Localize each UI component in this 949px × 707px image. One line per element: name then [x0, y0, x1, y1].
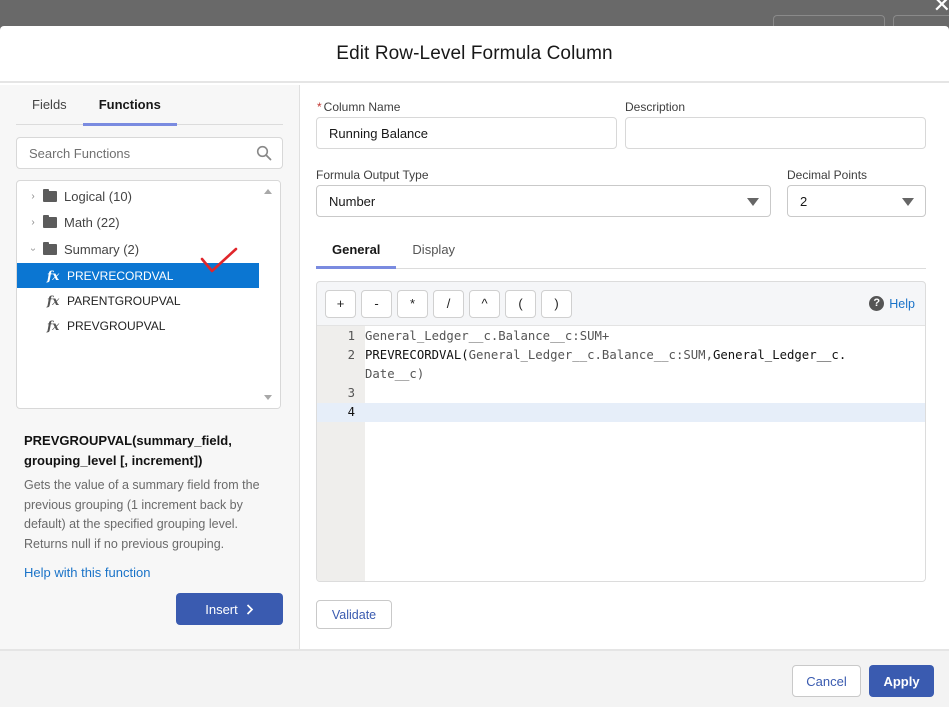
- code-line: 3: [347, 386, 355, 400]
- modal-body: Fields Functions › Logical (10) ›: [0, 85, 949, 651]
- decimal-points-select[interactable]: 2: [787, 185, 926, 217]
- required-marker: *: [317, 100, 322, 114]
- function-signature: PREVGROUPVAL(summary_field, grouping_lev…: [24, 433, 232, 468]
- close-icon[interactable]: ✕: [933, 0, 949, 16]
- folder-icon: [43, 189, 57, 202]
- operator-multiply-button[interactable]: *: [397, 289, 428, 318]
- output-type-value: Number: [329, 193, 376, 209]
- operator-divide-button[interactable]: /: [433, 289, 464, 318]
- search-icon: [256, 145, 272, 161]
- folder-icon: [43, 242, 57, 255]
- decimal-points-value: 2: [800, 193, 808, 209]
- operator-open-paren-button[interactable]: (: [505, 289, 536, 318]
- search-box: [16, 137, 283, 169]
- description-label: Description: [625, 100, 686, 114]
- tab-display[interactable]: Display: [396, 233, 471, 268]
- cancel-button[interactable]: Cancel: [792, 665, 861, 697]
- tree-category-logical[interactable]: › Logical (10): [17, 184, 260, 209]
- modal-title: Edit Row-Level Formula Column: [336, 42, 613, 64]
- function-label: PARENTGROUPVAL: [67, 293, 181, 308]
- tree-scrollbar[interactable]: [259, 181, 280, 408]
- help-label: Help: [889, 296, 915, 311]
- formula-form: *Column Name Description Formula Output …: [300, 85, 949, 651]
- category-label: Logical (10): [64, 189, 132, 204]
- folder-icon: [43, 215, 57, 228]
- insert-label: Insert: [205, 601, 238, 617]
- tab-functions[interactable]: Functions: [82, 85, 177, 126]
- function-icon: fx: [47, 268, 60, 283]
- editor-tabs: General Display: [316, 233, 926, 269]
- modal-header: Edit Row-Level Formula Column: [0, 26, 949, 83]
- tree-function-prevrecordval[interactable]: fx PREVRECORDVAL: [17, 263, 260, 288]
- operator-power-button[interactable]: ^: [469, 289, 500, 318]
- operator-plus-button[interactable]: +: [325, 289, 356, 318]
- category-label: Math (22): [64, 215, 120, 230]
- chevron-right-icon: [246, 603, 253, 615]
- dropdown-arrow-icon: [902, 198, 914, 206]
- insert-button[interactable]: Insert: [176, 593, 283, 625]
- functions-panel: Fields Functions › Logical (10) ›: [0, 85, 300, 651]
- decimal-points-label: Decimal Points: [787, 168, 868, 182]
- code-line-wrap: Date__c): [317, 365, 925, 384]
- function-icon: fx: [47, 318, 60, 333]
- description-field[interactable]: [625, 117, 926, 149]
- formula-editor: + - * / ^ ( ) ? Help 1 General_Ledger__c…: [316, 281, 926, 582]
- operator-close-paren-button[interactable]: ): [541, 289, 572, 318]
- chevron-down-icon[interactable]: ›: [28, 244, 39, 256]
- tree-category-summary[interactable]: › Summary (2): [17, 237, 260, 262]
- chevron-right-icon[interactable]: ›: [27, 217, 39, 228]
- tree-function-parentgroupval[interactable]: fx PARENTGROUPVAL: [17, 288, 260, 313]
- code-line-active: 4: [317, 403, 925, 422]
- operator-minus-button[interactable]: -: [361, 289, 392, 318]
- category-label: Summary (2): [64, 242, 140, 257]
- code-line: 1 General_Ledger__c.Balance__c:SUM+: [317, 327, 925, 346]
- operator-toolbar: + - * / ^ ( ) ? Help: [317, 282, 925, 326]
- function-label: PREVRECORDVAL: [67, 268, 174, 283]
- scroll-down-icon[interactable]: [264, 395, 272, 400]
- output-type-label: Formula Output Type: [316, 168, 429, 182]
- apply-button[interactable]: Apply: [869, 665, 934, 697]
- code-editor[interactable]: 1 General_Ledger__c.Balance__c:SUM+ 2 PR…: [317, 326, 925, 581]
- dropdown-arrow-icon: [747, 198, 759, 206]
- search-functions-input[interactable]: [29, 145, 256, 161]
- output-type-select[interactable]: Number: [316, 185, 771, 217]
- panel-tabs: Fields Functions: [16, 85, 283, 126]
- function-tree: › Logical (10) › Math (22) › Summary (2)…: [16, 180, 281, 409]
- scroll-up-icon[interactable]: [264, 189, 272, 194]
- tree-function-prevgroupval[interactable]: fx PREVGROUPVAL: [17, 313, 260, 338]
- code-text: General_Ledger__c.Balance__c:SUM+: [365, 329, 610, 343]
- formula-modal: Edit Row-Level Formula Column Fields Fun…: [0, 26, 949, 707]
- question-icon: ?: [869, 296, 885, 311]
- function-description: Gets the value of a summary field from t…: [24, 478, 260, 551]
- tab-general[interactable]: General: [316, 233, 397, 269]
- tab-fields[interactable]: Fields: [16, 85, 83, 125]
- column-name-field[interactable]: [316, 117, 617, 149]
- tree-category-math[interactable]: › Math (22): [17, 210, 260, 235]
- code-text: PREVRECORDVAL(General_Ledger__c.Balance_…: [365, 348, 847, 362]
- modal-footer: Cancel Apply: [0, 649, 949, 707]
- code-text: Date__c): [365, 367, 425, 381]
- editor-help-link[interactable]: ? Help: [869, 296, 915, 311]
- function-label: PREVGROUPVAL: [67, 318, 166, 333]
- chevron-right-icon[interactable]: ›: [27, 191, 39, 202]
- validate-button[interactable]: Validate: [316, 600, 392, 629]
- function-help-link[interactable]: Help with this function: [24, 565, 150, 580]
- function-icon: fx: [47, 293, 60, 308]
- column-name-label: * Column Name: [317, 100, 401, 114]
- code-line: 2 PREVRECORDVAL(General_Ledger__c.Balanc…: [317, 346, 925, 365]
